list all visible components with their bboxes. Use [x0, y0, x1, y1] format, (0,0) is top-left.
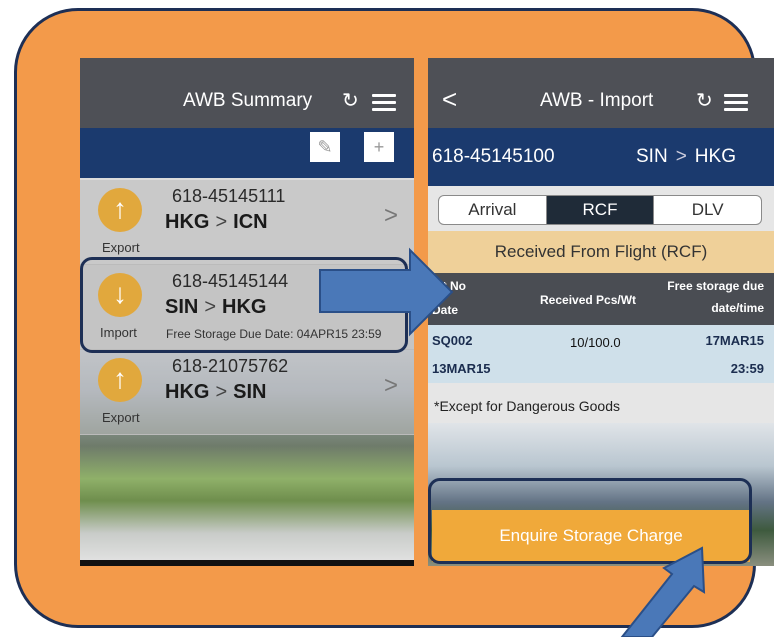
annotation-arrows — [319, 247, 706, 637]
arrow-up-shape — [620, 546, 706, 637]
arrow-right-shape — [319, 247, 454, 337]
